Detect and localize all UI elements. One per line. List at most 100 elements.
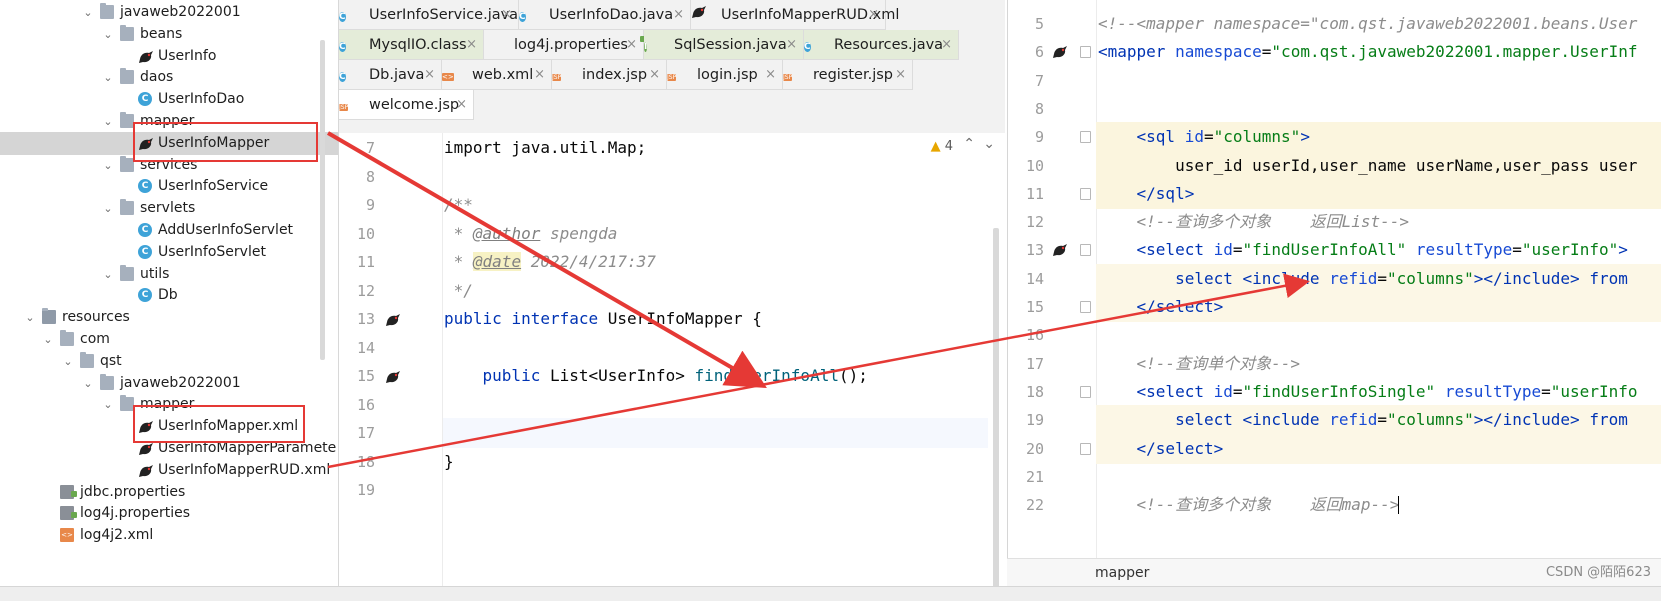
tree-item[interactable]: ⌄ javaweb2022001 [0, 1, 338, 24]
fold-marker-icon[interactable] [1080, 187, 1091, 200]
editor-tab[interactable]: C UserInfoDao.java × [519, 0, 691, 30]
close-icon[interactable]: × [534, 60, 545, 90]
tree-item[interactable]: jdbc.properties [0, 481, 338, 504]
line-number: 19 [1025, 411, 1044, 430]
xml-attr: resultType [1444, 381, 1542, 401]
tree-item[interactable]: ⌄ daos [0, 66, 338, 89]
chevron-down-icon[interactable]: ⌄ [102, 197, 114, 220]
editor-tab[interactable]: log4j.properties × [484, 30, 644, 60]
chevron-down-icon[interactable]: ⌄ [42, 328, 54, 351]
tree-item[interactable]: ⌄ qst [0, 350, 338, 373]
tree-item[interactable]: ⌄ utils [0, 263, 338, 286]
vertical-scrollbar[interactable] [993, 228, 999, 588]
xml-editor[interactable]: 5 6 7 8 9 10 11 12 13 14 15 16 17 18 19 20 21 22 <!--<map… [1007, 0, 1661, 586]
keyword: public [482, 366, 541, 385]
editor-tab[interactable]: JSP login.jsp × [667, 60, 783, 90]
code-line: </select> [1098, 292, 1224, 322]
chevron-down-icon[interactable]: ⌄ [82, 1, 94, 24]
close-icon[interactable]: × [941, 30, 952, 60]
fold-marker-icon[interactable] [1080, 301, 1091, 313]
close-icon[interactable]: × [501, 0, 512, 30]
tree-item[interactable]: C Db [0, 284, 338, 307]
prev-highlight-icon[interactable]: ⌃ [963, 136, 975, 152]
editor-tab[interactable]: C MysqlIO.class × [339, 30, 484, 60]
tree-item[interactable]: ⌄ beans [0, 23, 338, 46]
tree-item-label: qst [100, 352, 122, 369]
tree-item-label: resources [62, 309, 130, 326]
code-line: public List<UserInfo> findUserInfoAll(); [444, 361, 868, 391]
line-number: 7 [365, 139, 375, 157]
tree-item[interactable]: log4j.properties [0, 502, 338, 525]
editor-tab[interactable]: UserInfoMapperRUD.xml × [691, 0, 899, 30]
xml-value: "userInfo [1550, 381, 1638, 401]
mybatis-bird-icon[interactable] [385, 312, 401, 331]
line-number: 22 [1025, 496, 1044, 515]
chevron-down-icon[interactable]: ⌄ [102, 263, 114, 286]
tree-item[interactable]: C UserInfoServlet [0, 241, 338, 264]
project-tree-panel: ⌄ javaweb2022001 ⌄ beans UserInfo ⌄ daos C UserI… [0, 0, 339, 586]
close-icon[interactable]: × [466, 30, 477, 60]
editor-tab[interactable]: JSP welcome.jsp × [339, 90, 474, 120]
close-icon[interactable]: × [868, 0, 879, 30]
editor-tab[interactable]: I SqlSession.java × [644, 30, 804, 60]
tree-item[interactable]: C UserInfoDao [0, 88, 338, 111]
mybatis-bird-icon[interactable] [385, 369, 401, 388]
close-icon[interactable]: × [626, 30, 637, 60]
mybatis-bird-icon[interactable] [1052, 242, 1068, 261]
mybatis-bird-icon [691, 6, 707, 23]
close-icon[interactable]: × [456, 90, 467, 120]
tree-item[interactable]: ⌄ servlets [0, 197, 338, 220]
close-icon[interactable]: × [424, 60, 435, 90]
close-icon[interactable]: × [895, 60, 906, 90]
editor-tab[interactable]: <> web.xml × [442, 60, 552, 90]
close-icon[interactable]: × [786, 30, 797, 60]
tree-item[interactable]: UserInfo [0, 45, 338, 68]
line-number: 20 [1025, 439, 1044, 458]
chevron-down-icon[interactable]: ⌄ [102, 110, 114, 133]
editor-tab[interactable]: C Resources.java × [804, 30, 959, 60]
breadcrumb-mapper[interactable]: mapper [1095, 559, 1149, 587]
line-number: 21 [1025, 467, 1044, 486]
editor-tab[interactable]: C Db.java × [339, 60, 442, 90]
line-number: 11 [1025, 184, 1044, 203]
fold-marker-icon[interactable] [1080, 46, 1091, 59]
editor-tab[interactable]: JSP index.jsp × [552, 60, 667, 90]
close-icon[interactable]: × [649, 60, 660, 90]
java-editor[interactable]: 7 8 9 10 11 12 13 14 15 16 17 18 19 ▲ 4 ⌃ ⌄ import j… [339, 133, 1005, 588]
chevron-down-icon[interactable]: ⌄ [62, 350, 74, 373]
chevron-down-icon[interactable]: ⌄ [102, 23, 114, 46]
line-number: 7 [1034, 71, 1044, 90]
tree-scrollbar[interactable] [320, 40, 325, 360]
breadcrumb[interactable]: mapper CSDN @陌陌623 [1007, 558, 1661, 587]
mybatis-bird-icon[interactable] [1052, 44, 1068, 63]
tree-item[interactable]: C AddUserInfoServlet [0, 219, 338, 242]
tree-item[interactable]: <> log4j2.xml [0, 524, 338, 547]
fold-marker-icon[interactable] [1080, 385, 1091, 398]
close-icon[interactable]: × [765, 60, 776, 90]
close-icon[interactable]: × [673, 0, 684, 30]
fold-marker-icon[interactable] [1080, 131, 1091, 144]
chevron-down-icon[interactable]: ⌄ [102, 66, 114, 89]
code-line: <sql id="columns"> [1136, 127, 1310, 147]
editor-tab[interactable]: JSP register.jsp × [783, 60, 913, 90]
editor-gutter: 5 6 7 8 9 10 11 12 13 14 15 16 17 18 19 20 21 22 [1008, 0, 1097, 558]
fold-marker-icon[interactable] [1080, 244, 1091, 257]
tree-item[interactable]: ⌄ com [0, 328, 338, 351]
chevron-down-icon[interactable]: ⌄ [102, 154, 114, 177]
line-number: 9 [1034, 128, 1044, 147]
tree-item[interactable]: C UserInfoService [0, 175, 338, 198]
tree-item[interactable]: ⌄ javaweb2022001 [0, 372, 338, 395]
editor-tab[interactable]: C UserInfoService.java × [339, 0, 519, 30]
sql-keyword: from [1579, 268, 1628, 288]
folder-icon [100, 373, 114, 390]
xml-comment: <!--查询多个对象 返回List--> [1136, 212, 1410, 232]
inspection-widget[interactable]: ▲ 4 [931, 139, 953, 154]
chevron-down-icon[interactable]: ⌄ [82, 372, 94, 395]
line-number: 10 [356, 224, 375, 243]
chevron-down-icon[interactable]: ⌄ [102, 393, 114, 416]
next-highlight-icon[interactable]: ⌄ [983, 136, 995, 152]
chevron-down-icon[interactable]: ⌄ [24, 306, 36, 329]
tree-item[interactable]: UserInfoMapperRUD.xml [0, 459, 338, 482]
fold-marker-icon[interactable] [1080, 442, 1091, 455]
tree-item[interactable]: ⌄ resources [0, 306, 338, 329]
